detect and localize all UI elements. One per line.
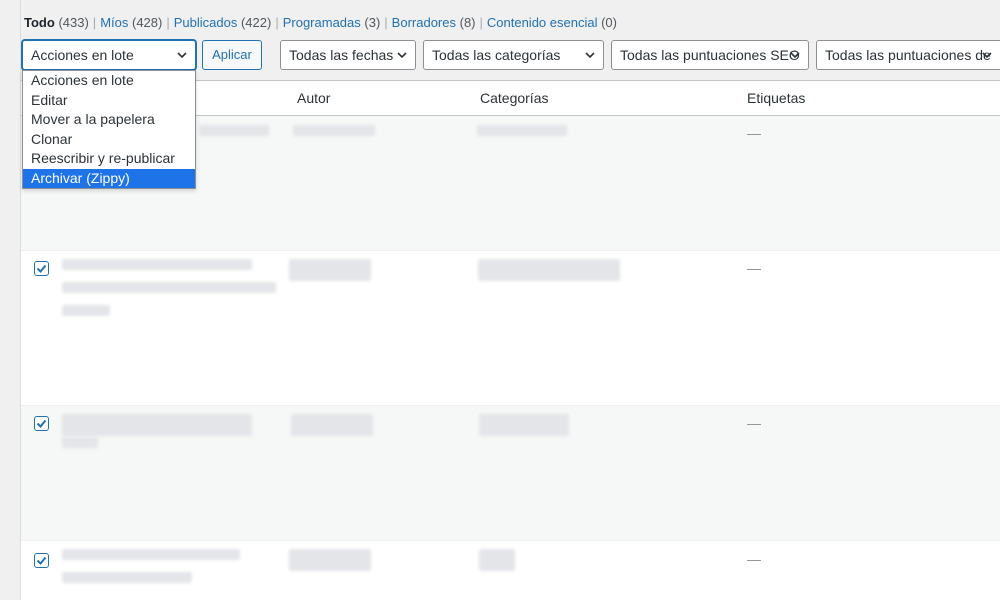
filter-cornerstone[interactable]: Contenido esencial (0): [487, 14, 617, 32]
redacted-category: [477, 125, 567, 136]
redacted-author: [293, 125, 375, 136]
seo-score-filter-select[interactable]: Todas las puntuaciones SEO: [611, 40, 809, 70]
redacted-author: [291, 414, 373, 436]
chevron-down-icon: [982, 52, 992, 59]
table-row: —: [21, 251, 1000, 406]
redacted-title: [62, 282, 276, 293]
redacted-category: [478, 259, 620, 281]
filter-mine[interactable]: Míos (428): [100, 14, 162, 32]
filter-all[interactable]: Todo (433): [24, 14, 89, 32]
chevron-down-icon: [397, 52, 407, 59]
checkmark-icon: [36, 419, 47, 428]
filter-drafts[interactable]: Borradores (8): [392, 14, 476, 32]
checkmark-icon: [36, 264, 47, 273]
redacted-title: [199, 125, 269, 136]
bulk-actions-dropdown: Acciones en lote Editar Mover a la papel…: [22, 70, 196, 189]
column-author[interactable]: Autor: [297, 90, 330, 106]
readability-score-filter-select[interactable]: Todas las puntuaciones de: [816, 40, 1000, 70]
redacted-title: [62, 259, 252, 270]
status-filters: Todo (433) | Míos (428) | Publicados (422) | P…: [24, 14, 617, 32]
redacted-category: [479, 549, 515, 571]
redacted-category: [479, 414, 569, 436]
option-archive-zippy[interactable]: Archivar (Zippy): [23, 168, 195, 188]
row-checkbox[interactable]: [34, 416, 49, 431]
tags-value: —: [747, 260, 761, 276]
bulk-actions-select[interactable]: Acciones en lote: [22, 40, 196, 70]
chevron-down-icon: [177, 52, 187, 59]
bulk-actions-value: Acciones en lote: [31, 47, 134, 63]
tags-value: —: [747, 415, 761, 431]
seo-score-filter-value: Todas las puntuaciones SEO: [620, 47, 800, 63]
category-filter-value: Todas las categorías: [432, 47, 561, 63]
date-filter-select[interactable]: Todas las fechas: [280, 40, 416, 70]
apply-button[interactable]: Aplicar: [202, 40, 262, 70]
category-filter-select[interactable]: Todas las categorías: [423, 40, 604, 70]
redacted-title: [62, 305, 110, 316]
chevron-down-icon: [585, 52, 595, 59]
table-row: —: [21, 541, 1000, 600]
redacted-title: [62, 437, 98, 448]
option-move-to-trash[interactable]: Mover a la papelera: [23, 110, 195, 130]
redacted-author: [289, 549, 371, 571]
redacted-title: [62, 414, 252, 436]
filter-published[interactable]: Publicados (422): [174, 14, 272, 32]
option-rewrite-republish[interactable]: Reescribir y re-publicar: [23, 149, 195, 169]
option-clone[interactable]: Clonar: [23, 130, 195, 150]
column-categories[interactable]: Categorías: [480, 90, 548, 106]
date-filter-value: Todas las fechas: [289, 47, 394, 63]
readability-score-filter-value: Todas las puntuaciones de: [825, 47, 991, 63]
row-checkbox[interactable]: [34, 553, 49, 568]
column-tags[interactable]: Etiquetas: [747, 90, 805, 106]
tags-value: —: [747, 125, 761, 141]
redacted-title: [62, 549, 240, 560]
table-row: —: [21, 406, 1000, 541]
checkmark-icon: [36, 556, 47, 565]
option-bulk-actions[interactable]: Acciones en lote: [23, 71, 195, 91]
option-edit[interactable]: Editar: [23, 91, 195, 111]
redacted-author: [289, 259, 371, 281]
tags-value: —: [747, 551, 761, 567]
filter-scheduled[interactable]: Programadas (3): [283, 14, 381, 32]
row-checkbox[interactable]: [34, 261, 49, 276]
chevron-down-icon: [790, 52, 800, 59]
redacted-title: [62, 572, 192, 583]
